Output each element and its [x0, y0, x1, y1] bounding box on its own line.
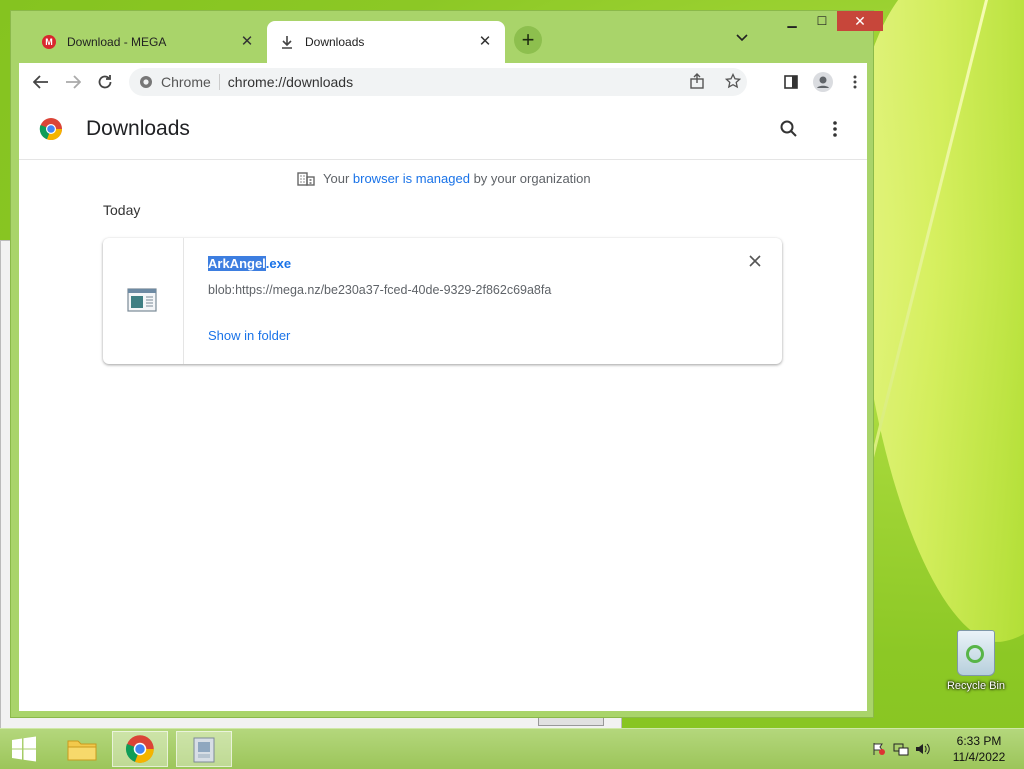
browser-window: M Download - MEGA ✕ Downloads ✕ + ▁ ☐ ✕	[10, 10, 883, 718]
volume-icon[interactable]	[912, 738, 934, 760]
page-header: Downloads	[19, 101, 867, 160]
action-center-flag-icon[interactable]	[868, 738, 890, 760]
managed-notice: Your browser is managed by your organiza…	[297, 170, 591, 186]
tab-download-mega[interactable]: M Download - MEGA ✕	[29, 21, 267, 63]
show-in-folder-link[interactable]: Show in folder	[208, 328, 290, 343]
chrome-small-icon	[140, 76, 152, 88]
taskbar-chrome[interactable]	[112, 731, 168, 767]
window-controls: ▁ ☐ ✕	[777, 11, 883, 33]
bookmark-star-icon[interactable]	[724, 72, 742, 92]
recycle-bin-icon	[957, 630, 995, 676]
downloads-page: Downloads Your browser is managed by you…	[19, 101, 867, 711]
back-arrow-icon[interactable]	[27, 68, 55, 96]
site-chip-label: Chrome	[161, 74, 211, 90]
tab-strip: M Download - MEGA ✕ Downloads ✕ + ▁ ☐ ✕	[11, 11, 883, 63]
search-icon[interactable]	[777, 117, 801, 141]
managed-link[interactable]: browser is managed	[353, 171, 470, 186]
browser-toolbar: Chrome chrome://downloads	[19, 63, 867, 101]
address-url: chrome://downloads	[227, 74, 354, 90]
recycle-bin-shortcut[interactable]: Recycle Bin	[940, 630, 1012, 692]
download-item-card: ArkAngel.exe blob:https://mega.nz/be230a…	[103, 238, 782, 364]
tab-close-icon[interactable]: ✕	[239, 34, 255, 50]
mega-icon: M	[41, 34, 57, 50]
file-name-selected: ArkAngel	[208, 256, 266, 271]
page-title: Downloads	[86, 117, 190, 140]
exe-file-icon	[127, 288, 157, 312]
tab-search-chevron-icon[interactable]	[736, 31, 748, 45]
new-tab-button[interactable]: +	[514, 26, 542, 54]
file-name-rest: .exe	[265, 256, 292, 271]
reload-icon[interactable]	[91, 68, 119, 96]
address-bar[interactable]: Chrome chrome://downloads	[129, 68, 747, 96]
installer-icon	[193, 737, 215, 763]
site-chip[interactable]: Chrome	[129, 74, 220, 90]
start-button[interactable]	[0, 729, 48, 769]
share-icon[interactable]	[689, 72, 705, 92]
download-icon	[279, 34, 295, 50]
tab-title: Download - MEGA	[67, 35, 167, 49]
chrome-taskbar-icon	[125, 735, 154, 763]
taskbar-installer[interactable]	[176, 731, 232, 767]
system-tray: 6:33 PM 11/4/2022	[868, 729, 1024, 769]
tab-close-icon[interactable]: ✕	[477, 34, 493, 50]
tab-downloads[interactable]: Downloads ✕	[267, 21, 505, 63]
tab-title: Downloads	[305, 35, 365, 49]
folder-icon	[67, 740, 97, 761]
minimize-icon[interactable]: ▁	[777, 11, 807, 31]
download-source-url: blob:https://mega.nz/be230a37-fced-40de-…	[208, 283, 552, 297]
network-icon[interactable]	[890, 738, 912, 760]
clock-date: 11/4/2022	[952, 750, 1006, 764]
date-group-label: Today	[103, 202, 141, 218]
browser-menu-icon[interactable]	[841, 68, 869, 96]
forward-arrow-icon[interactable]	[59, 68, 87, 96]
windows-logo-icon	[12, 736, 36, 762]
taskbar: 6:33 PM 11/4/2022	[0, 728, 1024, 769]
side-panel-icon[interactable]	[777, 68, 805, 96]
file-icon-column	[103, 238, 184, 364]
managed-suffix: by your organization	[469, 170, 591, 186]
chrome-logo-icon	[39, 118, 63, 141]
window-close-icon[interactable]: ✕	[837, 11, 883, 31]
managed-prefix: Your	[323, 170, 353, 186]
recycle-bin-label: Recycle Bin	[946, 680, 1006, 692]
maximize-icon[interactable]: ☐	[807, 11, 837, 31]
profile-avatar-icon[interactable]	[809, 68, 837, 96]
building-icon	[297, 172, 315, 186]
download-file-name[interactable]: ArkAngel.exe	[208, 256, 291, 271]
more-options-icon[interactable]	[823, 117, 847, 141]
taskbar-clock[interactable]: 6:33 PM 11/4/2022	[934, 733, 1024, 765]
remove-download-close-icon[interactable]	[749, 254, 761, 272]
clock-time: 6:33 PM	[956, 734, 1002, 748]
taskbar-file-explorer[interactable]	[54, 731, 110, 767]
